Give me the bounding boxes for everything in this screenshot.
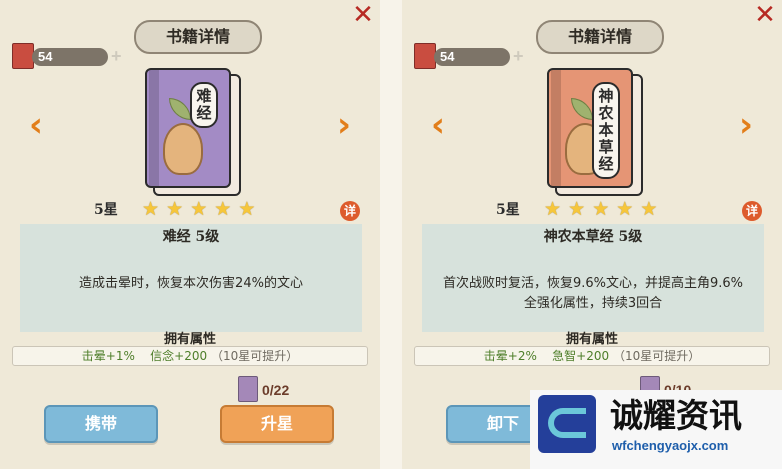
book-level-heading: 神农本草经 5级 [543,229,643,245]
book-level-heading: 难经 5级 [162,229,220,245]
resource-counter: 54 + [414,43,524,69]
add-resource-icon[interactable]: + [513,46,524,66]
book-effect-description: 造成击晕时，恢复本次伤害24%的文心 [79,276,303,291]
fragment-counter: 0/22 [238,376,298,406]
attribute-stat-1: 击晕+2% [483,349,537,363]
panel-divider [380,0,402,469]
ginseng-root-icon [163,123,203,175]
resource-count: 54 [434,48,510,66]
star-icon: ★ [214,198,232,220]
fragment-count: 0/22 [262,382,290,398]
attribute-upgrade-hint: （10星可提升） [210,349,299,363]
attribute-upgrade-hint: （10星可提升） [612,349,701,363]
panel-title: 书籍详情 [134,20,262,54]
book-effect-description: 首次战败时复活，恢复9.6%文心，并提高主角9.6%全强化属性，持续3回合 [442,276,744,311]
star-icon: ★ [166,198,184,220]
book-illustration: 难经 [145,68,241,196]
star-icon: ★ [190,198,208,220]
description-box: 神农本草经 5级 首次战败时复活，恢复9.6%文心，并提高主角9.6%全强化属性… [422,224,764,332]
detail-button[interactable]: 详 [742,201,762,221]
upgrade-star-button[interactable]: 升星 [220,405,334,443]
book-name-label: 神农本草经 [592,82,620,179]
resource-counter: 54 + [12,43,122,69]
star-rating: ★ ★ ★ ★ ★ [544,200,659,219]
star-icon: ★ [592,198,610,220]
attributes-bar: 击晕+2% 急智+200 （10星可提升） [414,346,770,366]
resource-count: 54 [32,48,108,66]
brand-url: wfchengyaojx.com [612,438,729,453]
detail-button[interactable]: 详 [340,201,360,221]
attribute-stat-1: 击晕+1% [81,349,135,363]
star-icon: ★ [568,198,586,220]
book-detail-panel-left: ✕ 书籍详情 54 + ‹ › 难经 5星 ★ ★ ★ ★ ★ 详 难经 5级 … [0,0,380,469]
star-rating-row: 5星 ★ ★ ★ ★ ★ [0,200,380,220]
site-watermark: 诚耀资讯 wfchengyaojx.com [530,390,782,469]
close-button[interactable]: ✕ [352,2,374,28]
next-arrow-icon[interactable]: › [734,108,758,142]
carry-button[interactable]: 携带 [44,405,158,443]
brand-logo-icon [538,395,596,453]
close-button[interactable]: ✕ [754,2,776,28]
book-name-label: 难经 [190,82,218,128]
brand-name: 诚耀资讯 [610,396,742,435]
attributes-bar: 击晕+1% 信念+200 （10星可提升） [12,346,368,366]
prev-arrow-icon[interactable]: ‹ [24,108,48,142]
book-resource-icon [12,43,34,69]
star-rating: ★ ★ ★ ★ ★ [142,200,257,219]
prev-arrow-icon[interactable]: ‹ [426,108,450,142]
star-icon: ★ [544,198,562,220]
panel-title: 书籍详情 [536,20,664,54]
star-rating-row: 5星 ★ ★ ★ ★ ★ [402,200,782,220]
star-icon: ★ [238,198,256,220]
book-illustration: 神农本草经 [547,68,643,196]
add-resource-icon[interactable]: + [111,46,122,66]
book-spine [551,70,561,186]
star-icon: ★ [616,198,634,220]
attribute-stat-2: 急智+200 [552,349,610,363]
star-level: 5星 [496,202,520,218]
book-spine [149,70,159,186]
book-fragment-icon [238,376,258,402]
star-icon: ★ [640,198,658,220]
description-box: 难经 5级 造成击晕时，恢复本次伤害24%的文心 [20,224,362,332]
book-resource-icon [414,43,436,69]
next-arrow-icon[interactable]: › [332,108,356,142]
star-icon: ★ [142,198,160,220]
star-level: 5星 [94,202,118,218]
attribute-stat-2: 信念+200 [150,349,208,363]
